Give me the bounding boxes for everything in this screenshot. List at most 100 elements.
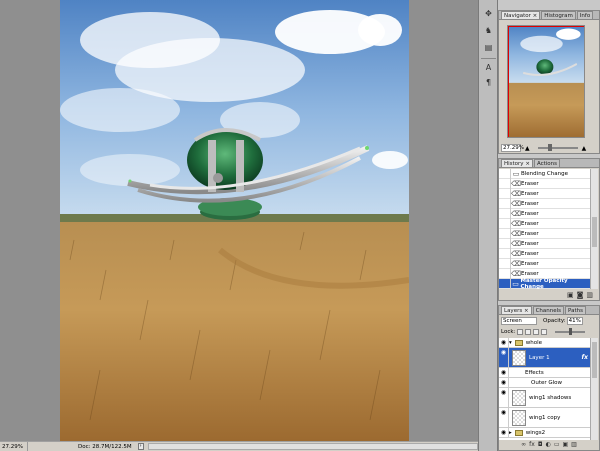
fill-slider[interactable] [555,327,586,335]
layer-lock-row: Lock: [499,327,599,336]
tab-history[interactable]: History × [501,159,533,167]
move-icon[interactable]: ✥ [482,8,495,20]
layer-effect-row[interactable]: ◉ Outer Glow [499,378,591,388]
history-scroll-thumb[interactable] [592,217,597,247]
fill-slider-knob[interactable] [569,327,573,335]
lock-pixels-icon[interactable] [525,328,532,335]
history-item[interactable]: ▭ Blending Change [499,169,591,179]
camera-icon[interactable]: ◙ [577,291,584,299]
tab-paths[interactable]: Paths [565,306,586,314]
lock-position-icon[interactable] [533,328,540,335]
eye-icon[interactable]: ◉ [499,388,509,407]
tab-info[interactable]: Info [576,11,594,19]
history-scrollbar[interactable] [590,169,598,289]
history-item[interactable]: ⌫ Eraser [499,238,591,249]
eraser-icon: ⌫ [511,189,521,198]
history-item[interactable]: ⌫ Eraser [499,218,591,229]
layers-scroll-thumb[interactable] [592,342,597,378]
history-item[interactable]: ⌫ Eraser [499,228,591,239]
image-canvas[interactable] [60,0,409,441]
navigator-thumbnail[interactable] [507,25,585,138]
link-icon[interactable]: ∞ [521,441,526,448]
layer-thumbnail [512,409,526,426]
eraser-icon: ⌫ [511,229,521,238]
zoom-slider-knob[interactable] [547,144,552,151]
new-layer-icon[interactable]: ▣ [563,441,569,448]
mask-icon[interactable]: ◘ [538,441,543,448]
history-list: ▭ Blending Change ⌫ Eraser ⌫ Eraser ⌫ Eraser… [499,169,591,289]
tab-channels[interactable]: Channels [532,306,565,314]
tab-actions[interactable]: Actions [533,159,561,167]
layers-scrollbar[interactable] [590,338,598,440]
eraser-icon: ⌫ [511,259,521,268]
trash-icon[interactable]: ▥ [586,291,593,299]
eye-icon[interactable]: ◉ [499,338,509,347]
horizontal-scrollbar[interactable] [147,443,478,450]
folder-icon [514,339,523,346]
lock-label: Lock: [501,328,516,335]
eraser-icon: ⌫ [511,199,521,208]
folder-icon[interactable]: ▭ [554,441,560,448]
panel-icon-strip: ✥ ♞ ▤ A ¶ [478,0,498,451]
history-tabs: History × Actions [499,159,599,168]
history-item[interactable]: ⌫ Eraser [499,188,591,199]
layer-row[interactable]: ◉ ▾ whole [499,338,591,348]
history-footer: ▣ ◙ ▥ [499,289,599,300]
layer-row-selected[interactable]: ◉ Layer 1 fx [499,348,591,368]
lock-transparency-icon[interactable] [517,328,524,335]
layer-list: ◉ ▾ whole ◉ Layer 1 fx ◉ Effects ◉ Outer… [499,338,591,440]
opacity-field[interactable]: 41% [566,316,583,325]
fx-icon[interactable]: fx [582,354,588,361]
expand-arrow-icon[interactable]: ▸ [509,430,512,436]
paragraph-icon[interactable]: ¶ [482,77,495,89]
eraser-icon: ⌫ [511,179,521,188]
history-item[interactable]: ⌫ Eraser [499,178,591,189]
fx-icon[interactable]: fx [529,441,535,448]
status-menu-arrow[interactable]: › [137,443,144,450]
history-item-selected[interactable]: ▭ Master Opacity Change [499,278,591,289]
zoom-in-icon[interactable]: ▲ [582,145,587,152]
lock-all-icon[interactable] [541,328,548,335]
layer-row[interactable]: ◉ wing1 shadows [499,388,591,408]
zoom-out-icon[interactable]: ▲ [525,145,530,152]
status-bar: 27.29% Doc: 28.7M/122.5M › [0,441,478,451]
trash-icon[interactable]: ▥ [571,441,577,448]
layer-row[interactable]: ◉ ▸ wings2 [499,428,591,438]
puppet-icon[interactable]: ♞ [482,25,495,37]
eye-icon[interactable]: ◉ [499,378,509,387]
tab-navigator[interactable]: Navigator × [501,11,541,19]
panel-dock: Navigator × Histogram Info 27.29% ▲ ▲ Hi… [498,0,600,451]
document-workspace[interactable] [0,0,478,441]
layer-effects-row[interactable]: ◉ Effects [499,368,591,378]
layer-thumbnail [512,349,526,366]
opacity-label: Opacity: [543,317,566,324]
layer-row[interactable]: ◉ wing1 copy [499,408,591,428]
eraser-icon: ⌫ [511,239,521,248]
history-item[interactable]: ⌫ Eraser [499,198,591,209]
status-zoom[interactable]: 27.29% [0,442,28,451]
text-icon[interactable]: A [482,62,495,74]
navigator-panel: Navigator × Histogram Info 27.29% ▲ ▲ [498,10,600,154]
history-item[interactable]: ⌫ Eraser [499,258,591,269]
eye-icon[interactable]: ◉ [499,348,509,367]
blend-mode-select[interactable]: Screen [501,316,537,325]
tab-layers[interactable]: Layers × [501,306,532,314]
eye-icon[interactable]: ◉ [499,408,509,427]
new-document-icon[interactable]: ▣ [567,291,574,299]
tab-histogram[interactable]: Histogram [541,11,576,19]
navigator-view-box[interactable] [508,26,584,137]
navigator-footer: 27.29% ▲ ▲ [499,143,599,153]
eye-icon[interactable]: ◉ [499,428,509,437]
layers-footer: ∞ fx ◘ ◐ ▭ ▣ ▥ [499,439,599,450]
history-item[interactable]: ⌫ Eraser [499,248,591,259]
zoom-slider[interactable] [537,144,578,151]
eye-icon[interactable]: ◉ [499,368,509,377]
history-item[interactable]: ⌫ Eraser [499,208,591,219]
expand-arrow-icon[interactable]: ▾ [509,340,512,346]
history-panel: History × Actions ▭ Blending Change ⌫ Eras… [498,158,600,301]
layer-options-row: Screen Opacity: 41% [499,316,599,325]
stamp-icon[interactable]: ▤ [482,42,495,54]
navigator-zoom-field[interactable]: 27.29% [501,144,524,152]
adjustment-icon[interactable]: ◐ [546,441,551,448]
eraser-icon: ⌫ [511,209,521,218]
